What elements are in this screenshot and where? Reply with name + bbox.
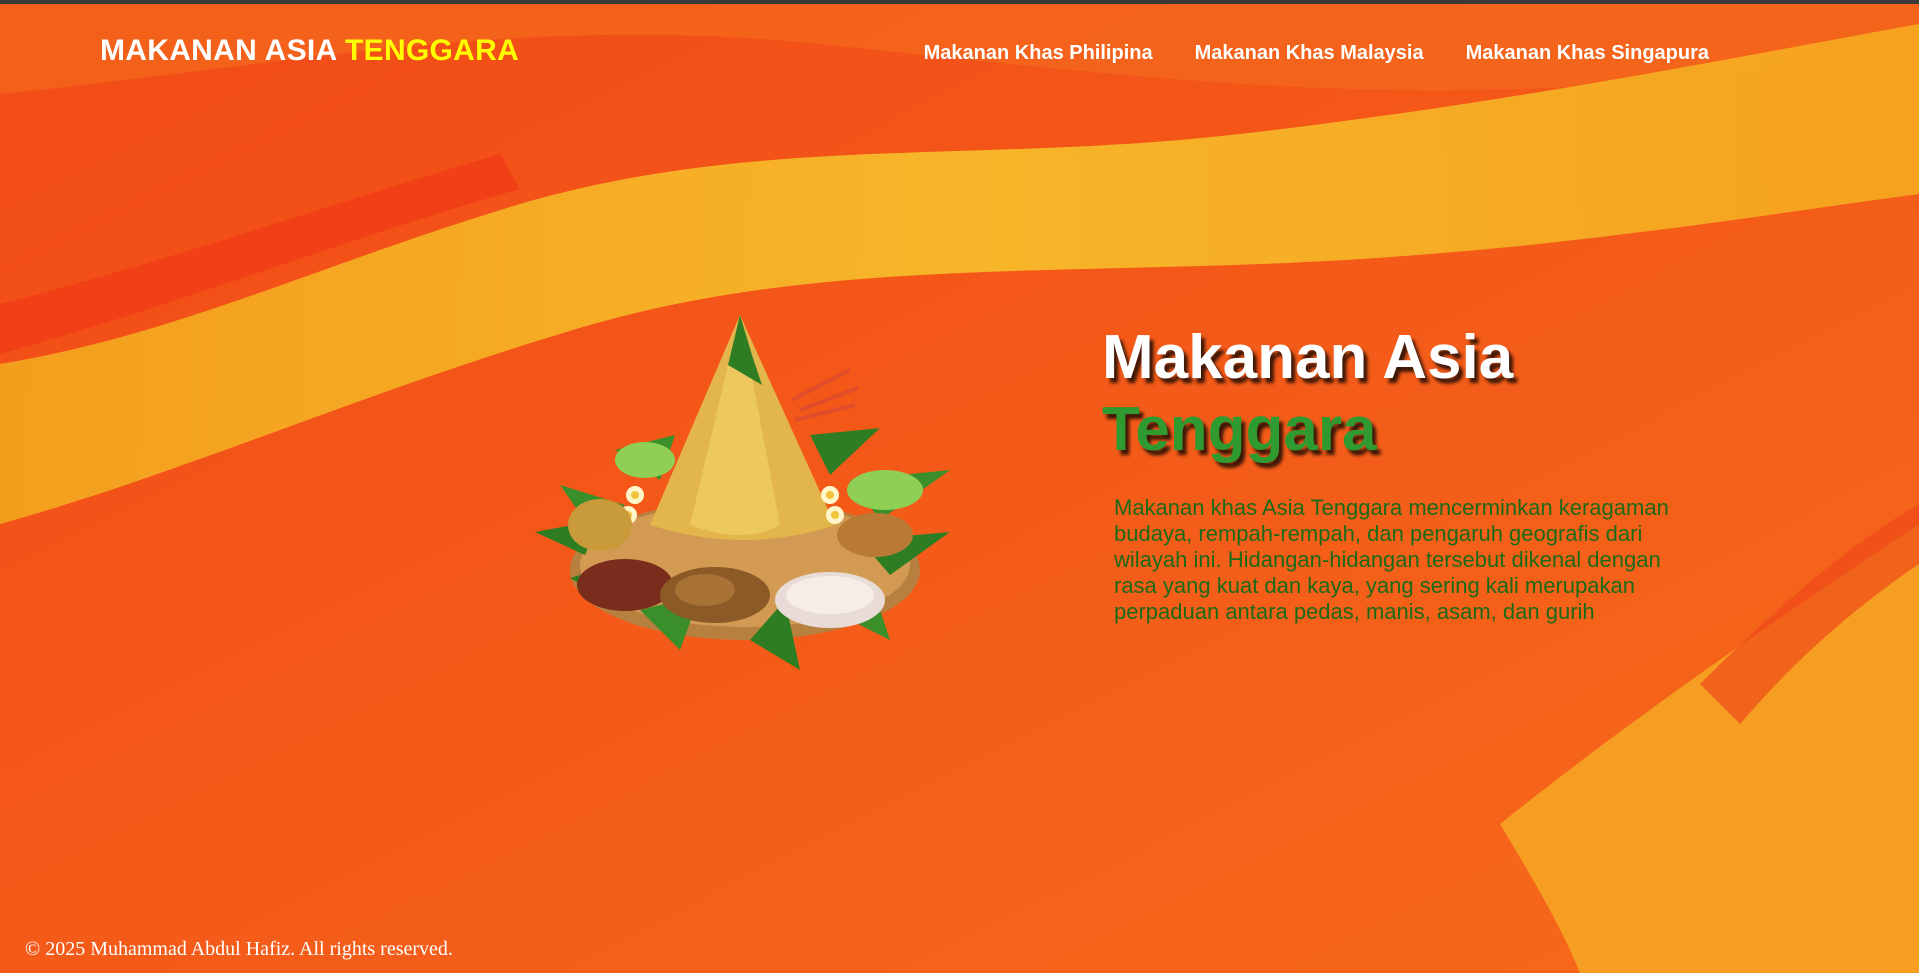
site-logo[interactable]: MAKANAN ASIA TENGGARA [100, 34, 519, 68]
main-nav: Makanan Khas Philipina Makanan Khas Mala… [924, 42, 1709, 65]
footer-copyright: © 2025 Muhammad Abdul Hafiz. All rights … [25, 938, 453, 960]
hero-title-line1: Makanan Asia [1102, 323, 1514, 392]
hero-title: Makanan Asia Tenggara [1102, 322, 1513, 466]
nav-link-philipina[interactable]: Makanan Khas Philipina [924, 42, 1153, 65]
nav-link-malaysia[interactable]: Makanan Khas Malaysia [1195, 42, 1424, 65]
logo-accent-text: TENGGARA [345, 34, 520, 67]
tumpeng-illustration [535, 315, 950, 670]
site-header: MAKANAN ASIA TENGGARA Makanan Khas Phili… [0, 4, 1919, 94]
hero-description: Makanan khas Asia Tenggara mencerminkan … [1114, 495, 1669, 624]
logo-main-text: MAKANAN ASIA [100, 34, 337, 67]
nav-link-singapura[interactable]: Makanan Khas Singapura [1466, 42, 1709, 65]
background-waves [0, 4, 1919, 973]
hero-title-line2: Tenggara [1102, 395, 1377, 464]
